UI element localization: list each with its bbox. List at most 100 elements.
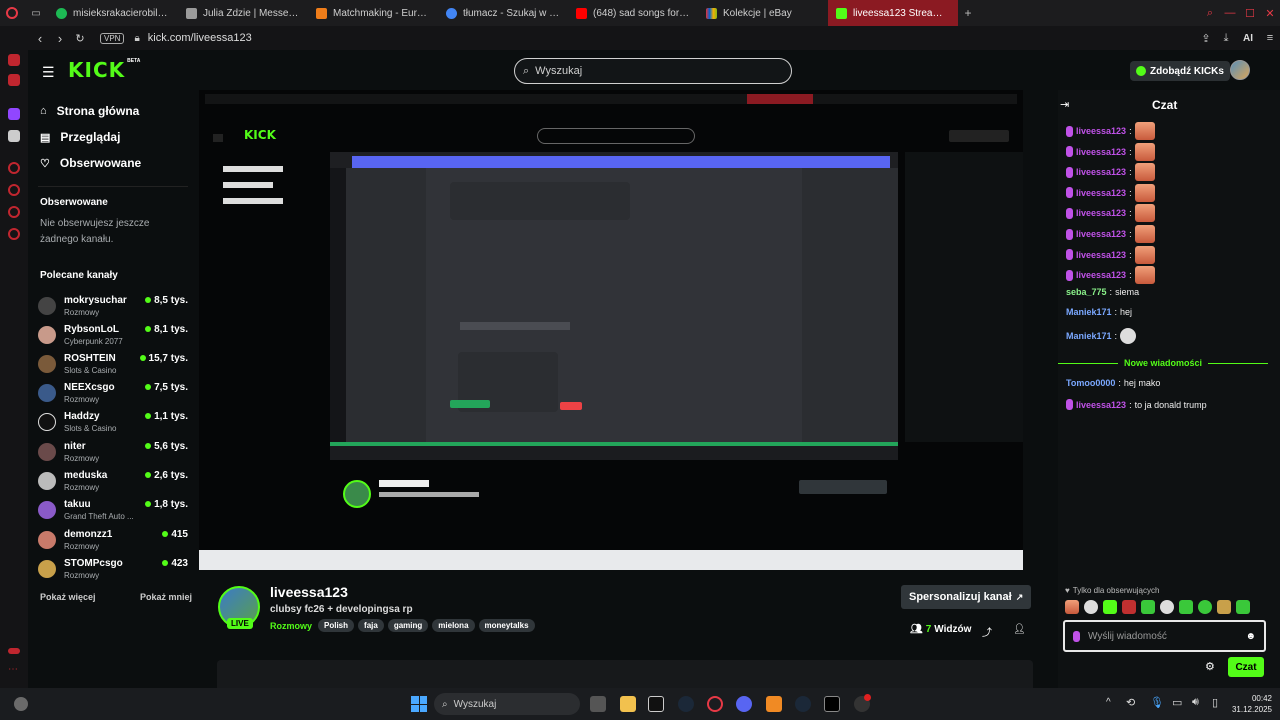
network-icon[interactable]: ▭ — [1172, 696, 1182, 709]
show-more-link[interactable]: Pokaż więcej — [40, 592, 96, 602]
tab-4[interactable]: tłumacz - Szukaj w Google — [438, 0, 568, 26]
reload-icon[interactable]: ↻ — [70, 32, 90, 45]
steam-icon[interactable] — [678, 696, 694, 712]
channel-item[interactable]: meduska Rozmowy 2,6 tys. — [38, 468, 188, 496]
tab-6[interactable]: Kolekcje | eBay — [698, 0, 828, 26]
chat-username[interactable]: liveessa123 — [1076, 229, 1126, 239]
tab-2[interactable]: Julia Zdzie | Messenger — [178, 0, 308, 26]
hamburger-menu-icon[interactable]: ☰ — [42, 64, 55, 81]
emote[interactable] — [1103, 600, 1117, 614]
minimize-icon[interactable]: — — [1220, 7, 1240, 19]
taskbar-search[interactable]: ⌕ Wyszukaj — [434, 693, 580, 715]
x-icon[interactable] — [8, 130, 20, 142]
search-tabs-icon[interactable]: ⌕ — [1200, 7, 1220, 20]
video-player[interactable]: KICK — [199, 90, 1023, 570]
app-icon[interactable] — [766, 696, 782, 712]
back-icon[interactable]: ‹ — [30, 31, 50, 46]
channel-item[interactable]: niter Rozmowy 5,6 tys. — [38, 439, 188, 467]
maximize-icon[interactable]: ☐ — [1240, 7, 1260, 20]
channel-item[interactable]: RybsonLoL Cyberpunk 2077 8,1 tys. — [38, 322, 188, 350]
file-explorer-icon[interactable] — [620, 696, 636, 712]
battery-icon[interactable]: ▯ — [1212, 696, 1218, 709]
url-field[interactable]: kick.com/liveessa123 — [148, 32, 252, 44]
nav-home[interactable]: ⌂ Strona główna — [28, 98, 198, 124]
settings-icon[interactable] — [8, 228, 20, 240]
gx-bottom-icon[interactable] — [8, 648, 20, 654]
tag[interactable]: moneytalks — [478, 619, 535, 632]
chat-username[interactable]: Maniek171 — [1066, 307, 1112, 317]
epic-games-icon[interactable] — [648, 696, 664, 712]
emote[interactable] — [1160, 600, 1174, 614]
emote[interactable] — [1217, 600, 1231, 614]
emoji-icon[interactable]: ☻ — [1245, 631, 1256, 642]
get-kicks-button[interactable]: Zdobądź KICKs — [1130, 61, 1230, 81]
capcut-icon[interactable] — [824, 696, 840, 712]
download-icon[interactable]: ⤓ — [1216, 32, 1236, 45]
chat-username[interactable]: liveessa123 — [1076, 270, 1126, 280]
channel-item[interactable]: mokrysuchar Rozmowy 8,5 tys. — [38, 293, 188, 321]
clock[interactable]: 00:42 31.12.2025 — [1228, 693, 1272, 715]
twitch-icon[interactable] — [8, 108, 20, 120]
vpn-badge[interactable]: VPN — [100, 32, 125, 44]
ai-button[interactable]: AI — [1236, 33, 1260, 44]
new-tab-icon[interactable]: + — [958, 6, 978, 20]
tab-5[interactable]: (648) sad songs for sad p — [568, 0, 698, 26]
video-progress-bar[interactable] — [199, 550, 1023, 570]
microphone-icon[interactable]: 🎙︎ — [1150, 696, 1164, 709]
volume-icon[interactable]: 🔊︎ — [1192, 696, 1199, 709]
collapse-chat-icon[interactable]: ⇥ — [1060, 98, 1069, 111]
show-less-link[interactable]: Pokaż mniej — [140, 592, 192, 602]
follow-icon[interactable]: 👤︎ — [1013, 624, 1026, 635]
channel-item[interactable]: NEEXcsgo Rozmowy 7,5 tys. — [38, 380, 188, 408]
kick-logo[interactable]: KICK BETA — [68, 58, 140, 82]
tag[interactable]: Polish — [318, 619, 355, 632]
chat-settings-icon[interactable]: ⚙ — [1205, 660, 1215, 673]
opera-logo-icon[interactable] — [0, 0, 24, 26]
emote[interactable] — [1198, 600, 1212, 614]
chat-username[interactable]: liveessa123 — [1076, 188, 1126, 198]
tag[interactable]: mielona — [432, 619, 475, 632]
steam-icon-2[interactable] — [795, 696, 811, 712]
tab-3[interactable]: Matchmaking - Europe 5v5 — [308, 0, 438, 26]
search-input[interactable]: ⌕ Wyszukaj — [514, 58, 792, 84]
chat-username[interactable]: liveessa123 — [1076, 250, 1126, 260]
send-chat-button[interactable]: Czat — [1228, 657, 1264, 677]
nav-browse[interactable]: ▤ Przeglądaj — [28, 124, 198, 150]
emote[interactable] — [1122, 600, 1136, 614]
category-link[interactable]: Rozmowy — [270, 621, 312, 631]
chat-username[interactable]: seba_775 — [1066, 287, 1107, 297]
chat-input[interactable]: Wyślij wiadomość ☻ — [1063, 620, 1266, 652]
gx-icon[interactable] — [8, 74, 20, 86]
emote[interactable] — [1141, 600, 1155, 614]
chat-username[interactable]: Tomoo0000 — [1066, 378, 1115, 388]
discord-icon[interactable] — [736, 696, 752, 712]
channel-item[interactable]: Haddzy Slots & Casino 1,1 tys. — [38, 409, 188, 437]
chat-username[interactable]: liveessa123 — [1076, 147, 1126, 157]
tray-app-icon[interactable]: ⟲ — [1126, 696, 1135, 709]
chat-icon[interactable] — [8, 206, 20, 218]
share-icon[interactable]: ⤴ — [982, 624, 992, 639]
forward-icon[interactable]: › — [50, 31, 70, 46]
tab-1[interactable]: misieksrakacierobila - play — [48, 0, 178, 26]
start-button[interactable] — [411, 696, 427, 712]
chat-username[interactable]: liveessa123 — [1076, 400, 1126, 410]
tab-7-active[interactable]: liveessa123 Stream - Watch — [828, 0, 958, 26]
task-view-icon[interactable] — [590, 696, 606, 712]
tag[interactable]: gaming — [387, 619, 429, 632]
tag[interactable]: faja — [358, 619, 384, 632]
emote[interactable] — [1065, 600, 1079, 614]
emote[interactable] — [1179, 600, 1193, 614]
chat-username[interactable]: liveessa123 — [1076, 167, 1126, 177]
aria-icon[interactable] — [8, 54, 20, 66]
opera-gx-icon[interactable] — [707, 696, 723, 712]
channel-item[interactable]: STOMPcsgo Rozmowy 423 — [38, 556, 188, 584]
nav-following[interactable]: ♡ Obserwowane — [28, 150, 198, 176]
widgets-icon[interactable] — [14, 697, 28, 711]
channel-item[interactable]: ROSHTEIN Slots & Casino 15,7 tys. — [38, 351, 188, 379]
channel-name[interactable]: liveessa123 — [270, 584, 348, 600]
close-window-icon[interactable]: ✕ — [1260, 7, 1280, 20]
chat-username[interactable]: liveessa123 — [1076, 208, 1126, 218]
emote[interactable] — [1084, 600, 1098, 614]
menu-icon[interactable]: ≡ — [1260, 32, 1280, 44]
channel-item[interactable]: demonzz1 Rozmowy 415 — [38, 527, 188, 555]
